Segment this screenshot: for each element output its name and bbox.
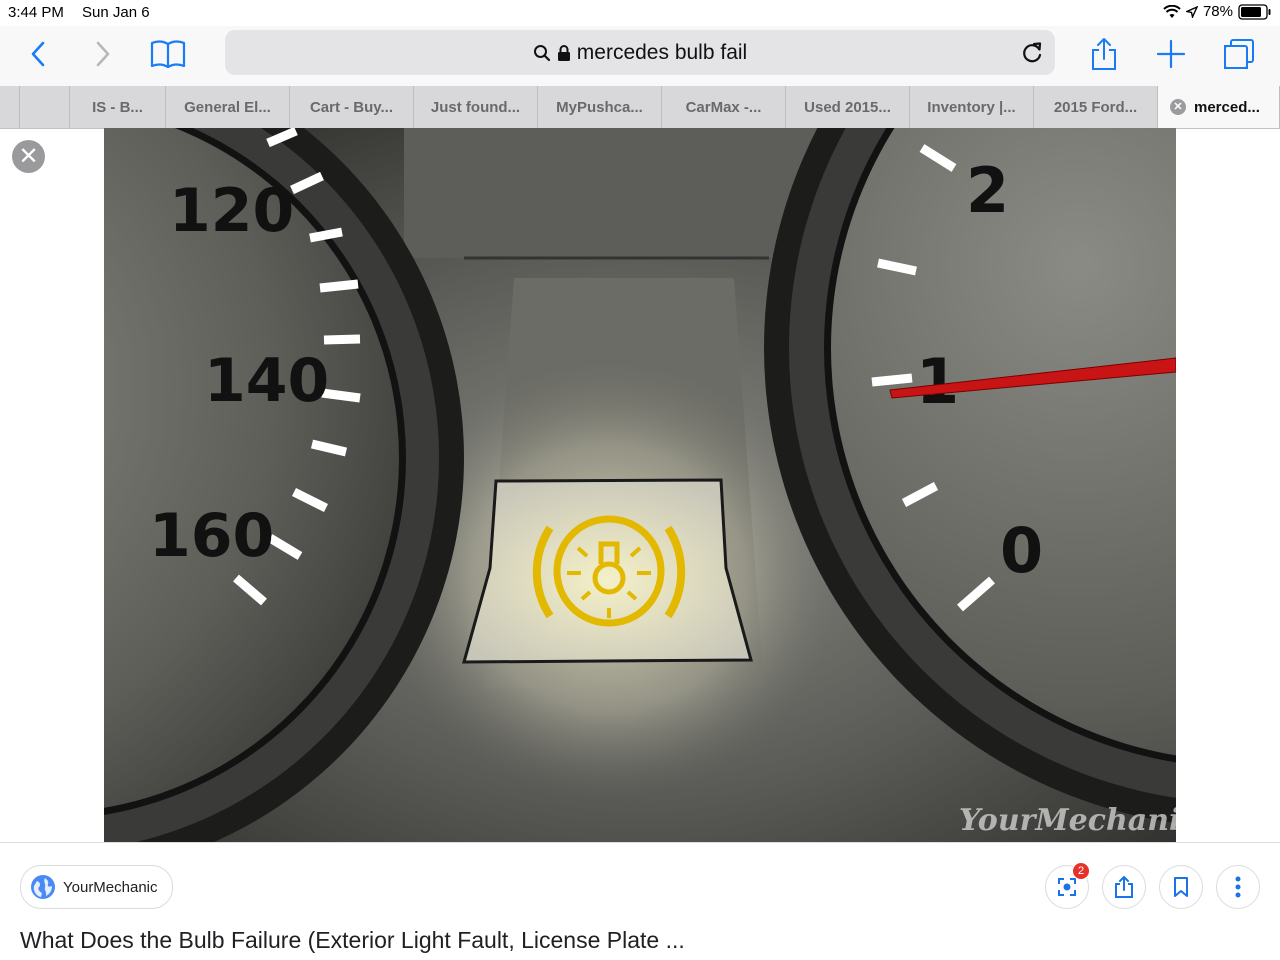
search-icon	[533, 44, 550, 61]
tab-item[interactable]: CarMax -...	[662, 86, 786, 128]
back-button[interactable]	[18, 34, 58, 74]
share-result-button[interactable]	[1102, 865, 1146, 909]
more-options-button[interactable]	[1216, 865, 1260, 909]
gauge-label-2: 2	[966, 154, 1009, 227]
tab-item[interactable]: Just found...	[414, 86, 538, 128]
save-button[interactable]	[1159, 865, 1203, 909]
tab-overview-button[interactable]	[1219, 34, 1259, 74]
result-actions: 2	[1045, 862, 1260, 909]
status-bar: 3:44 PM Sun Jan 6 78%	[0, 0, 1280, 26]
close-icon: ✕	[18, 143, 39, 170]
status-date: Sun Jan 6	[82, 4, 150, 21]
battery-icon	[1238, 3, 1271, 20]
address-text: mercedes bulb fail	[576, 40, 748, 64]
speedo-label-140: 140	[204, 346, 329, 416]
tab-item[interactable]	[20, 86, 70, 128]
plus-icon	[1156, 39, 1186, 69]
tab-item[interactable]: 2015 Ford...	[1034, 86, 1158, 128]
tab-item[interactable]: IS - B...	[70, 86, 166, 128]
share-button[interactable]	[1084, 34, 1124, 74]
tabs-icon	[1224, 39, 1254, 69]
source-name: YourMechanic	[63, 878, 158, 896]
dashboard-illustration: 120 140 160 2 1 0 YourMechanic	[104, 128, 1176, 842]
tab-close-icon[interactable]: ✕	[1170, 99, 1186, 115]
speedo-label-160: 160	[149, 501, 274, 571]
tab-item[interactable]: Inventory |...	[910, 86, 1034, 128]
status-time: 3:44 PM	[8, 4, 64, 21]
gauge-label-0: 0	[1000, 514, 1043, 587]
wifi-icon	[1163, 4, 1181, 18]
source-chip[interactable]: YourMechanic	[20, 865, 173, 909]
forward-button[interactable]	[83, 34, 123, 74]
reload-icon[interactable]	[1019, 40, 1045, 66]
chevron-left-icon	[31, 41, 45, 67]
tab-item[interactable]: Used 2015...	[786, 86, 910, 128]
address-bar[interactable]: mercedes bulb fail	[225, 30, 1055, 75]
result-title[interactable]: What Does the Bulb Failure (Exterior Lig…	[20, 927, 685, 954]
watermark: YourMechanic	[959, 803, 1176, 838]
close-preview-button[interactable]: ✕	[12, 140, 45, 173]
warning-lamp-panel	[462, 478, 753, 664]
location-arrow-icon	[1185, 5, 1198, 18]
preview-image[interactable]: 120 140 160 2 1 0 YourMechanic	[104, 128, 1176, 842]
lock-icon	[557, 44, 570, 61]
tab-item-active[interactable]: ✕ merced...	[1158, 86, 1280, 128]
gauge-label-1: 1	[916, 345, 959, 418]
bookmarks-button[interactable]	[148, 34, 188, 74]
share-icon	[1092, 38, 1116, 70]
globe-icon	[31, 875, 55, 899]
speedo-label-120: 120	[169, 176, 294, 246]
tab-item[interactable]: Cart - Buy...	[290, 86, 414, 128]
tab-label: merced...	[1194, 98, 1260, 116]
notification-badge: 2	[1072, 862, 1090, 880]
address-bar-content: mercedes bulb fail	[225, 30, 1055, 75]
battery-percent: 78%	[1202, 3, 1233, 20]
tab-item[interactable]	[0, 86, 20, 128]
bookmark-icon	[1174, 877, 1188, 897]
divider	[0, 842, 1280, 843]
share-icon	[1115, 876, 1133, 898]
tab-item[interactable]: MyPushca...	[538, 86, 662, 128]
tab-strip: IS - B... General El... Cart - Buy... Ju…	[0, 86, 1280, 129]
browser-toolbar: mercedes bulb fail	[0, 26, 1280, 86]
lens-icon	[1058, 878, 1076, 896]
chevron-right-icon	[96, 41, 110, 67]
lens-search-button[interactable]: 2	[1045, 862, 1090, 909]
status-right: 78%	[1163, 3, 1272, 20]
new-tab-button[interactable]	[1151, 34, 1191, 74]
more-vertical-icon	[1235, 876, 1241, 898]
book-icon	[150, 40, 186, 69]
tab-item[interactable]: General El...	[166, 86, 290, 128]
